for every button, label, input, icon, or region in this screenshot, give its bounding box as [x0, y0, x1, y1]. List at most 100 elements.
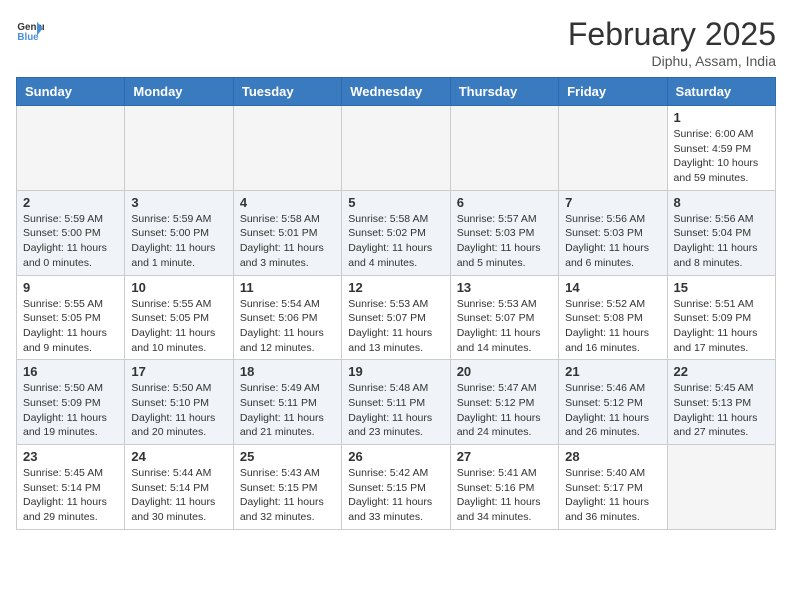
day-info: Sunrise: 5:59 AM Sunset: 5:00 PM Dayligh…	[131, 212, 226, 271]
calendar-cell	[17, 106, 125, 191]
calendar-cell: 2 Sunrise: 5:59 AM Sunset: 5:00 PM Daylig…	[17, 190, 125, 275]
logo: General Blue	[16, 16, 44, 44]
day-number: 28	[565, 449, 660, 464]
calendar-cell: 7 Sunrise: 5:56 AM Sunset: 5:03 PM Daylig…	[559, 190, 667, 275]
day-info: Sunrise: 5:43 AM Sunset: 5:15 PM Dayligh…	[240, 466, 335, 525]
day-number: 25	[240, 449, 335, 464]
day-info: Sunrise: 6:00 AM Sunset: 4:59 PM Dayligh…	[674, 127, 769, 186]
calendar-cell: 23 Sunrise: 5:45 AM Sunset: 5:14 PM Dayli…	[17, 445, 125, 530]
day-number: 13	[457, 280, 552, 295]
day-number: 18	[240, 364, 335, 379]
weekday-header-saturday: Saturday	[667, 78, 775, 106]
calendar-cell: 28 Sunrise: 5:40 AM Sunset: 5:17 PM Dayli…	[559, 445, 667, 530]
weekday-header-thursday: Thursday	[450, 78, 558, 106]
weekday-header-row: SundayMondayTuesdayWednesdayThursdayFrid…	[17, 78, 776, 106]
day-info: Sunrise: 5:44 AM Sunset: 5:14 PM Dayligh…	[131, 466, 226, 525]
calendar-cell: 18 Sunrise: 5:49 AM Sunset: 5:11 PM Dayli…	[233, 360, 341, 445]
calendar-cell: 20Sunrise: 5:47 AM Sunset: 5:12 PM Dayli…	[450, 360, 558, 445]
day-number: 5	[348, 195, 443, 210]
day-info: Sunrise: 5:51 AM Sunset: 5:09 PM Dayligh…	[674, 297, 769, 356]
day-number: 16	[23, 364, 118, 379]
day-number: 10	[131, 280, 226, 295]
day-number: 2	[23, 195, 118, 210]
calendar-cell: 5 Sunrise: 5:58 AM Sunset: 5:02 PM Daylig…	[342, 190, 450, 275]
calendar-cell	[125, 106, 233, 191]
calendar-cell	[342, 106, 450, 191]
weekday-header-monday: Monday	[125, 78, 233, 106]
calendar-cell: 27 Sunrise: 5:41 AM Sunset: 5:16 PM Dayli…	[450, 445, 558, 530]
calendar-cell: 26 Sunrise: 5:42 AM Sunset: 5:15 PM Dayli…	[342, 445, 450, 530]
day-info: Sunrise: 5:45 AM Sunset: 5:13 PM Dayligh…	[674, 381, 769, 440]
day-info: Sunrise: 5:58 AM Sunset: 5:02 PM Dayligh…	[348, 212, 443, 271]
day-info: Sunrise: 5:41 AM Sunset: 5:16 PM Dayligh…	[457, 466, 552, 525]
day-info: Sunrise: 5:54 AM Sunset: 5:06 PM Dayligh…	[240, 297, 335, 356]
day-info: Sunrise: 5:42 AM Sunset: 5:15 PM Dayligh…	[348, 466, 443, 525]
calendar-cell: 12 Sunrise: 5:53 AM Sunset: 5:07 PM Dayli…	[342, 275, 450, 360]
day-info: Sunrise: 5:55 AM Sunset: 5:05 PM Dayligh…	[23, 297, 118, 356]
calendar-cell: 10 Sunrise: 5:55 AM Sunset: 5:05 PM Dayli…	[125, 275, 233, 360]
page-header: General Blue February 2025 Diphu, Assam,…	[16, 16, 776, 69]
calendar-cell: 4 Sunrise: 5:58 AM Sunset: 5:01 PM Daylig…	[233, 190, 341, 275]
calendar-cell: 11 Sunrise: 5:54 AM Sunset: 5:06 PM Dayli…	[233, 275, 341, 360]
calendar-cell	[559, 106, 667, 191]
calendar-week-row: 1 Sunrise: 6:00 AM Sunset: 4:59 PM Daylig…	[17, 106, 776, 191]
day-info: Sunrise: 5:58 AM Sunset: 5:01 PM Dayligh…	[240, 212, 335, 271]
day-number: 11	[240, 280, 335, 295]
calendar-cell: 15 Sunrise: 5:51 AM Sunset: 5:09 PM Dayli…	[667, 275, 775, 360]
calendar-week-row: 9Sunrise: 5:55 AM Sunset: 5:05 PM Daylig…	[17, 275, 776, 360]
weekday-header-tuesday: Tuesday	[233, 78, 341, 106]
day-info: Sunrise: 5:50 AM Sunset: 5:09 PM Dayligh…	[23, 381, 118, 440]
day-info: Sunrise: 5:40 AM Sunset: 5:17 PM Dayligh…	[565, 466, 660, 525]
day-info: Sunrise: 5:56 AM Sunset: 5:03 PM Dayligh…	[565, 212, 660, 271]
day-number: 26	[348, 449, 443, 464]
day-number: 15	[674, 280, 769, 295]
logo-icon: General Blue	[16, 16, 44, 44]
day-number: 4	[240, 195, 335, 210]
calendar-cell: 17 Sunrise: 5:50 AM Sunset: 5:10 PM Dayli…	[125, 360, 233, 445]
day-info: Sunrise: 5:53 AM Sunset: 5:07 PM Dayligh…	[457, 297, 552, 356]
day-info: Sunrise: 5:45 AM Sunset: 5:14 PM Dayligh…	[23, 466, 118, 525]
location-subtitle: Diphu, Assam, India	[568, 53, 776, 69]
calendar-cell: 8 Sunrise: 5:56 AM Sunset: 5:04 PM Daylig…	[667, 190, 775, 275]
day-number: 14	[565, 280, 660, 295]
calendar-table: SundayMondayTuesdayWednesdayThursdayFrid…	[16, 77, 776, 530]
day-info: Sunrise: 5:59 AM Sunset: 5:00 PM Dayligh…	[23, 212, 118, 271]
calendar-cell: 24 Sunrise: 5:44 AM Sunset: 5:14 PM Dayli…	[125, 445, 233, 530]
day-number: 7	[565, 195, 660, 210]
calendar-cell: 3 Sunrise: 5:59 AM Sunset: 5:00 PM Daylig…	[125, 190, 233, 275]
day-number: 8	[674, 195, 769, 210]
calendar-cell: 9Sunrise: 5:55 AM Sunset: 5:05 PM Daylig…	[17, 275, 125, 360]
svg-text:Blue: Blue	[17, 32, 39, 43]
day-number: 24	[131, 449, 226, 464]
calendar-week-row: 23 Sunrise: 5:45 AM Sunset: 5:14 PM Dayli…	[17, 445, 776, 530]
day-number: 23	[23, 449, 118, 464]
day-number: 3	[131, 195, 226, 210]
day-number: 1	[674, 110, 769, 125]
header-right: February 2025 Diphu, Assam, India	[568, 16, 776, 69]
calendar-cell	[450, 106, 558, 191]
calendar-cell: 21Sunrise: 5:46 AM Sunset: 5:12 PM Dayli…	[559, 360, 667, 445]
calendar-week-row: 2 Sunrise: 5:59 AM Sunset: 5:00 PM Daylig…	[17, 190, 776, 275]
calendar-cell	[667, 445, 775, 530]
day-info: Sunrise: 5:50 AM Sunset: 5:10 PM Dayligh…	[131, 381, 226, 440]
day-info: Sunrise: 5:56 AM Sunset: 5:04 PM Dayligh…	[674, 212, 769, 271]
calendar-cell: 22Sunrise: 5:45 AM Sunset: 5:13 PM Dayli…	[667, 360, 775, 445]
weekday-header-sunday: Sunday	[17, 78, 125, 106]
calendar-cell: 13 Sunrise: 5:53 AM Sunset: 5:07 PM Dayli…	[450, 275, 558, 360]
weekday-header-wednesday: Wednesday	[342, 78, 450, 106]
calendar-cell: 16 Sunrise: 5:50 AM Sunset: 5:09 PM Dayli…	[17, 360, 125, 445]
day-info: Sunrise: 5:53 AM Sunset: 5:07 PM Dayligh…	[348, 297, 443, 356]
calendar-cell: 6 Sunrise: 5:57 AM Sunset: 5:03 PM Daylig…	[450, 190, 558, 275]
day-info: Sunrise: 5:47 AM Sunset: 5:12 PM Dayligh…	[457, 381, 552, 440]
day-info: Sunrise: 5:55 AM Sunset: 5:05 PM Dayligh…	[131, 297, 226, 356]
day-info: Sunrise: 5:48 AM Sunset: 5:11 PM Dayligh…	[348, 381, 443, 440]
weekday-header-friday: Friday	[559, 78, 667, 106]
day-info: Sunrise: 5:57 AM Sunset: 5:03 PM Dayligh…	[457, 212, 552, 271]
day-number: 17	[131, 364, 226, 379]
day-info: Sunrise: 5:52 AM Sunset: 5:08 PM Dayligh…	[565, 297, 660, 356]
day-info: Sunrise: 5:49 AM Sunset: 5:11 PM Dayligh…	[240, 381, 335, 440]
calendar-cell: 1 Sunrise: 6:00 AM Sunset: 4:59 PM Daylig…	[667, 106, 775, 191]
day-number: 12	[348, 280, 443, 295]
day-number: 6	[457, 195, 552, 210]
day-number: 27	[457, 449, 552, 464]
